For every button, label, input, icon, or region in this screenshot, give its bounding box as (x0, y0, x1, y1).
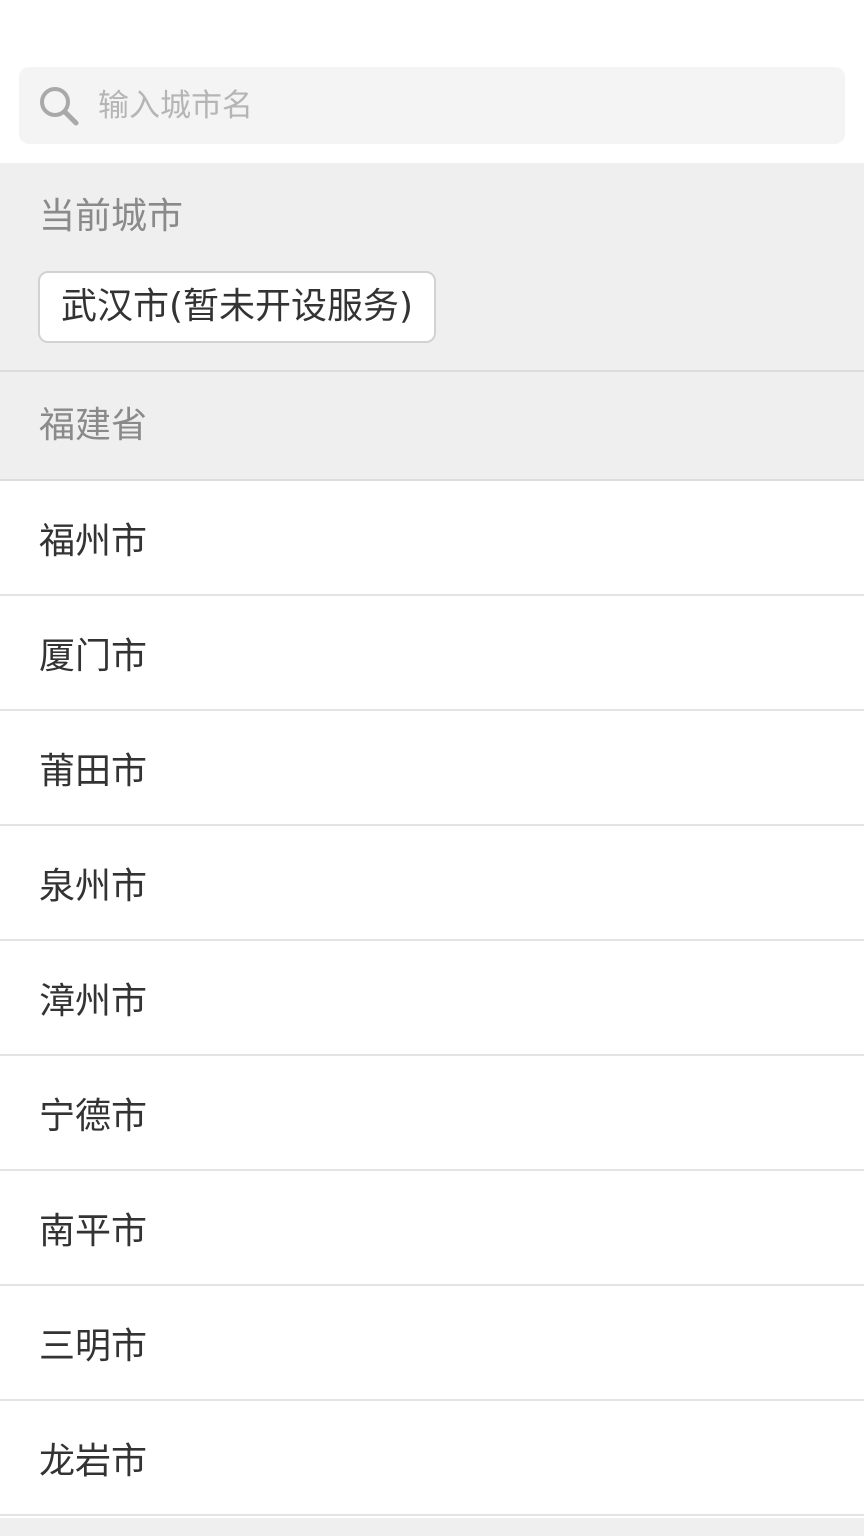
city-item[interactable]: 宁德市 (0, 1056, 864, 1171)
province-header: 福建省 (0, 372, 864, 481)
search-bar[interactable] (19, 67, 845, 144)
search-icon (37, 84, 81, 128)
province-label: 福建省 (39, 405, 148, 446)
current-city-button[interactable]: 武汉市(暂未开设服务) (38, 271, 437, 343)
current-city-title: 当前城市 (39, 196, 184, 237)
city-list: 福州市 厦门市 莆田市 泉州市 漳州市 宁德市 南平市 三明市 龙岩市 (0, 481, 864, 1516)
city-item[interactable]: 泉州市 (0, 826, 864, 941)
city-item[interactable]: 福州市 (0, 481, 864, 596)
search-input[interactable] (98, 75, 845, 136)
next-section-header (0, 1518, 864, 1536)
city-item[interactable]: 厦门市 (0, 596, 864, 711)
city-item[interactable]: 南平市 (0, 1171, 864, 1286)
search-header (0, 0, 864, 163)
city-item[interactable]: 漳州市 (0, 941, 864, 1056)
city-item[interactable]: 三明市 (0, 1286, 864, 1401)
current-city-section: 当前城市 武汉市(暂未开设服务) (0, 163, 864, 372)
city-item[interactable]: 莆田市 (0, 711, 864, 826)
city-item[interactable]: 龙岩市 (0, 1401, 864, 1516)
